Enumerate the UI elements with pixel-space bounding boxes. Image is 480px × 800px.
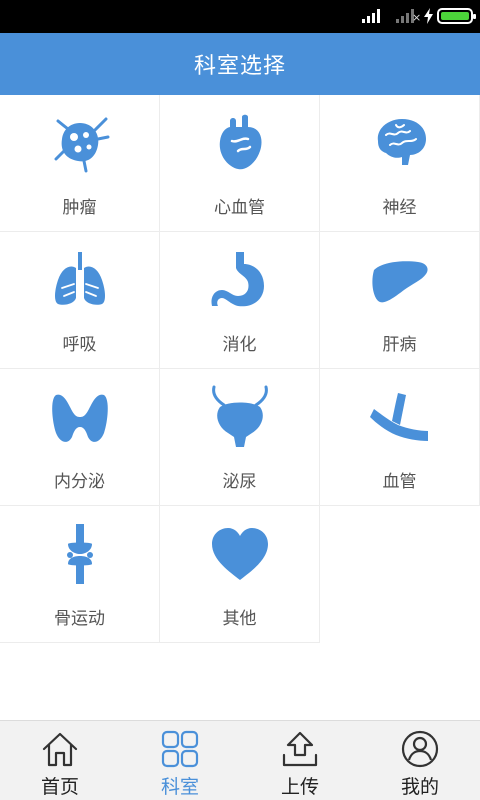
department-label: 心血管	[214, 198, 265, 218]
bone-joint-icon	[48, 522, 112, 586]
tab-label: 首页	[40, 776, 79, 798]
bladder-icon	[208, 385, 272, 449]
brain-icon	[368, 111, 432, 175]
department-cardiovascular[interactable]: 心血管	[160, 95, 320, 232]
thyroid-icon	[48, 385, 112, 449]
status-bar: ×	[0, 0, 480, 33]
stomach-icon	[208, 248, 272, 312]
liver-icon	[368, 248, 432, 312]
tab-label: 科室	[160, 776, 199, 798]
department-label: 其他	[222, 609, 257, 629]
bottom-tab-bar: 首页 科室 上传 我的	[0, 720, 480, 800]
department-bone[interactable]: 骨运动	[0, 506, 160, 643]
department-endocrine[interactable]: 内分泌	[0, 369, 160, 506]
heart-organ-icon	[208, 111, 272, 175]
department-label: 肿瘤	[62, 198, 97, 218]
department-other[interactable]: 其他	[160, 506, 320, 643]
battery-icon	[437, 8, 476, 24]
department-liver[interactable]: 肝病	[320, 232, 480, 369]
page-title: 科室选择	[193, 54, 286, 79]
department-label: 泌尿	[222, 472, 257, 492]
department-label: 消化	[222, 335, 257, 355]
lungs-icon	[48, 248, 112, 312]
department-label: 肝病	[382, 335, 417, 355]
title-bar: 科室选择	[0, 33, 480, 95]
heart-icon	[208, 522, 272, 586]
tab-home[interactable]: 首页	[0, 721, 120, 800]
department-label: 血管	[382, 472, 417, 492]
no-signal-icon: ×	[412, 11, 422, 24]
tumor-icon	[48, 111, 112, 175]
department-tumor[interactable]: 肿瘤	[0, 95, 160, 232]
user-icon	[400, 729, 440, 769]
department-vascular[interactable]: 血管	[320, 369, 480, 506]
tab-upload[interactable]: 上传	[240, 721, 360, 800]
blood-vessel-icon	[368, 385, 432, 449]
department-label: 呼吸	[62, 335, 97, 355]
tab-departments[interactable]: 科室	[120, 721, 240, 800]
department-grid: 肿瘤 心血管 神经 呼吸 消化 肝病 内分泌 泌尿 血管 骨运动 其他	[0, 95, 480, 643]
tab-mine[interactable]: 我的	[360, 721, 480, 800]
grid-icon	[160, 729, 200, 769]
department-label: 神经	[382, 198, 417, 218]
department-urology[interactable]: 泌尿	[160, 369, 320, 506]
upload-icon	[280, 729, 320, 769]
department-neurology[interactable]: 神经	[320, 95, 480, 232]
department-label: 骨运动	[54, 609, 105, 629]
signal-icon	[362, 9, 380, 23]
home-icon	[40, 729, 80, 769]
department-digestive[interactable]: 消化	[160, 232, 320, 369]
department-respiratory[interactable]: 呼吸	[0, 232, 160, 369]
tab-label: 上传	[280, 776, 319, 798]
department-label: 内分泌	[54, 472, 105, 492]
charging-icon	[424, 8, 433, 24]
tab-label: 我的	[400, 776, 439, 798]
